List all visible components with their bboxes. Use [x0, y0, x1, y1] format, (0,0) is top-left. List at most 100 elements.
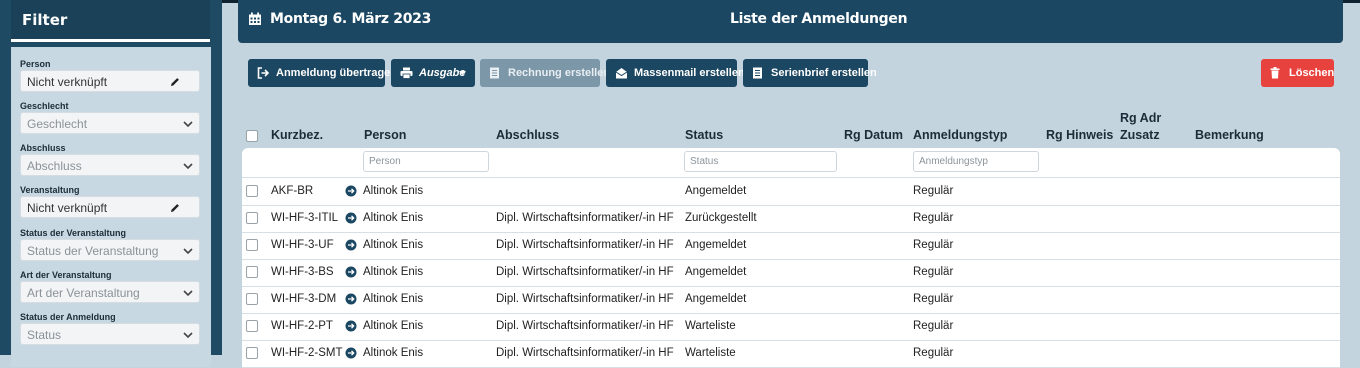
cell-kurzbez: AKF-BR [271, 185, 314, 197]
cell-status: Angemeldet [685, 266, 747, 278]
status-column-filter[interactable]: Status [684, 151, 837, 172]
filter-label-veranstaltung: Veranstaltung [20, 185, 80, 195]
arrow-circle-right-icon[interactable] [345, 239, 357, 251]
person-filter-value: Nicht verknüpft [27, 75, 108, 89]
abschluss-select[interactable]: Abschluss [20, 154, 200, 176]
cell-anmeldungstyp: Regulär [913, 347, 954, 359]
column-header-abschluss[interactable]: Abschluss [496, 128, 559, 142]
geschlecht-select[interactable]: Geschlecht [20, 112, 200, 134]
cell-status: Angemeldet [685, 293, 747, 305]
chevron-down-icon [183, 121, 193, 128]
status-anmeldung-select-value: Status [27, 328, 62, 342]
filter-sidebar: Filter Person Nicht verknüpft Geschlecht… [0, 0, 222, 367]
cell-kurzbez: WI-HF-3-DM [271, 293, 337, 305]
row-checkbox[interactable] [246, 293, 258, 305]
pencil-icon[interactable] [169, 202, 181, 214]
abschluss-select-value: Abschluss [27, 159, 82, 173]
arrow-circle-right-icon[interactable] [345, 185, 357, 197]
veranstaltung-filter-value: Nicht verknüpft [27, 201, 108, 215]
cell-abschluss: Dipl. Wirtschaftsinformatiker/-in HF [496, 239, 674, 251]
create-massmail-button[interactable]: Massenmail erstellen [606, 59, 745, 87]
status-veranstaltung-select[interactable]: Status der Veranstaltung [20, 239, 200, 261]
column-header-person[interactable]: Person [364, 128, 406, 142]
page-header: Montag 6. März 2023 Liste der Anmeldunge… [238, 0, 1343, 43]
column-header-rg-hinweis[interactable]: Rg Hinweis [1046, 128, 1113, 142]
table-row[interactable]: WI-HF-3-DM Altinok Enis Dipl. Wirtschaft… [242, 286, 1340, 314]
output-dropdown-button[interactable]: Ausgabe [391, 59, 475, 87]
cell-person: Altinok Enis [363, 185, 424, 197]
transfer-registration-button[interactable]: Anmeldung übertragen [248, 59, 397, 87]
delete-button[interactable]: Löschen [1261, 59, 1334, 87]
select-all-checkbox[interactable] [246, 130, 258, 142]
row-checkbox[interactable] [246, 239, 258, 251]
column-header-rg-adr[interactable]: Rg Adr [1120, 111, 1161, 125]
cell-abschluss: Dipl. Wirtschaftsinformatiker/-in HF [496, 320, 674, 332]
status-anmeldung-select[interactable]: Status [20, 323, 200, 345]
column-header-rg-datum[interactable]: Rg Datum [844, 128, 903, 142]
column-header-kurzbez[interactable]: Kurzbez. [271, 128, 323, 142]
caret-down-icon [459, 71, 466, 75]
create-invoice-button[interactable]: Rechnung erstellen [480, 59, 610, 87]
table-row[interactable]: WI-HF-2-PT Altinok Enis Dipl. Wirtschaft… [242, 313, 1340, 341]
document-icon [490, 67, 499, 79]
filter-label-person: Person [20, 59, 51, 69]
printer-icon [400, 67, 413, 79]
art-veranstaltung-select[interactable]: Art der Veranstaltung [20, 281, 200, 303]
filter-header: Filter [11, 0, 210, 42]
cell-anmeldungstyp: Regulär [913, 320, 954, 332]
arrow-circle-right-icon[interactable] [345, 266, 357, 278]
table-row[interactable]: WI-HF-3-ITIL Altinok Enis Dipl. Wirtscha… [242, 205, 1340, 233]
cell-person: Altinok Enis [363, 347, 424, 359]
cell-anmeldungstyp: Regulär [913, 266, 954, 278]
person-column-filter[interactable]: Person [363, 151, 489, 172]
geschlecht-select-value: Geschlecht [27, 117, 88, 131]
envelope-open-icon [615, 68, 628, 79]
page-date: Montag 6. März 2023 [270, 11, 432, 27]
table-row[interactable]: AKF-BR Altinok Enis Angemeldet Regulär [242, 178, 1340, 206]
anmeldungstyp-column-filter[interactable]: Anmeldungstyp [913, 151, 1039, 172]
cell-anmeldungstyp: Regulär [913, 185, 954, 197]
cell-anmeldungstyp: Regulär [913, 239, 954, 251]
row-checkbox[interactable] [246, 347, 258, 359]
cell-person: Altinok Enis [363, 212, 424, 224]
row-checkbox[interactable] [246, 212, 258, 224]
arrow-circle-right-icon[interactable] [345, 212, 357, 224]
table-body: Person Status Anmeldungstyp AKF-BR Altin… [242, 148, 1340, 368]
cell-abschluss: Dipl. Wirtschaftsinformatiker/-in HF [496, 212, 674, 224]
filter-title: Filter [22, 11, 68, 29]
delete-label: Löschen [1289, 67, 1335, 79]
table-row[interactable]: WI-HF-3-UF Altinok Enis Dipl. Wirtschaft… [242, 232, 1340, 260]
create-massmail-label: Massenmail erstellen [634, 67, 745, 79]
action-toolbar: Anmeldung übertragen Ausgabe Rechnung er… [238, 51, 1346, 93]
cell-abschluss: Dipl. Wirtschaftsinformatiker/-in HF [496, 293, 674, 305]
row-checkbox[interactable] [246, 320, 258, 332]
row-checkbox[interactable] [246, 185, 258, 197]
column-header-bemerkung[interactable]: Bemerkung [1195, 128, 1264, 142]
column-header-anmeldungstyp[interactable]: Anmeldungstyp [913, 128, 1007, 142]
pencil-icon[interactable] [169, 76, 181, 88]
create-serial-letter-button[interactable]: Serienbrief erstellen [743, 59, 877, 87]
cell-kurzbez: WI-HF-2-SMT [271, 347, 343, 359]
cell-status: Zurückgestellt [685, 212, 757, 224]
veranstaltung-filter-field[interactable]: Nicht verknüpft [20, 196, 200, 218]
table-row[interactable]: WI-HF-2-SMT Altinok Enis Dipl. Wirtschaf… [242, 340, 1340, 368]
column-header-status[interactable]: Status [685, 128, 723, 142]
arrow-circle-right-icon[interactable] [345, 293, 357, 305]
cell-status: Warteliste [685, 347, 736, 359]
cell-person: Altinok Enis [363, 239, 424, 251]
filter-row: Person Status Anmeldungstyp [242, 148, 1340, 178]
row-checkbox[interactable] [246, 266, 258, 278]
cell-abschluss: Dipl. Wirtschaftsinformatiker/-in HF [496, 266, 674, 278]
person-filter-field[interactable]: Nicht verknüpft [20, 70, 200, 92]
arrow-circle-right-icon[interactable] [345, 347, 357, 359]
cell-kurzbez: WI-HF-3-ITIL [271, 212, 339, 224]
filter-panel: Person Nicht verknüpft Geschlecht Geschl… [11, 47, 211, 367]
cell-anmeldungstyp: Regulär [913, 212, 954, 224]
filter-label-geschlecht: Geschlecht [20, 101, 69, 111]
cell-person: Altinok Enis [363, 320, 424, 332]
arrow-circle-right-icon[interactable] [345, 320, 357, 332]
column-header-zusatz[interactable]: Zusatz [1120, 128, 1160, 142]
trash-icon [1270, 67, 1280, 79]
create-serial-letter-label: Serienbrief erstellen [771, 67, 877, 79]
table-row[interactable]: WI-HF-3-BS Altinok Enis Dipl. Wirtschaft… [242, 259, 1340, 287]
